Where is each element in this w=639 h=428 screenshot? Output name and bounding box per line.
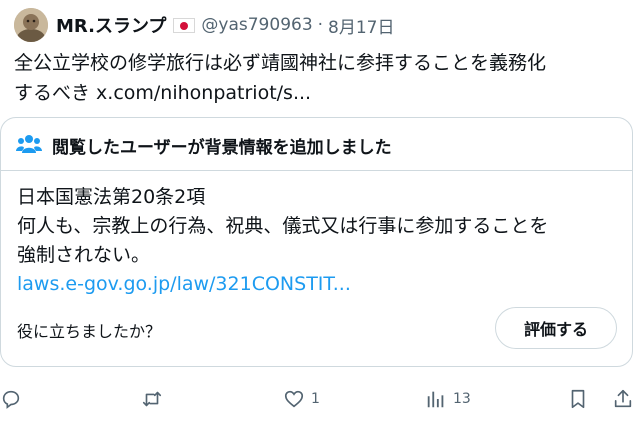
community-note: 閲覧したユーザーが背景情報を追加しました 日本国憲法第20条2項 何人も、宗教上… [0, 117, 633, 367]
tweet-text: 全公立学校の修学旅行は必ず靖國神社に参拝することを義務化 するべき x.com/… [14, 48, 629, 108]
avatar[interactable] [14, 8, 48, 42]
rate-button[interactable]: 評価する [495, 307, 617, 349]
tweet-link[interactable]: x.com/nihonpatriot/s... [96, 82, 311, 104]
community-note-body: 日本国憲法第20条2項 何人も、宗教上の行為、祝典、儀式又は行事に参加することを… [17, 183, 622, 299]
retweet-button[interactable] [141, 387, 163, 411]
community-note-line3: 強制されない。 [17, 244, 151, 266]
japan-flag-icon [173, 17, 196, 33]
tweet-text-line1: 全公立学校の修学旅行は必ず靖國神社に参拝することを義務化 [14, 52, 547, 74]
reply-icon [2, 390, 20, 409]
community-note-link[interactable]: laws.e-gov.go.jp/law/321CONSTIT... [17, 270, 622, 299]
like-button[interactable]: 1 [283, 387, 320, 411]
author-handle[interactable]: @yas790963 [201, 15, 312, 35]
tweet-text-line2: するべき x.com/nihonpatriot/s... [14, 78, 629, 108]
community-note-line2: 何人も、宗教上の行為、祝典、儀式又は行事に参加することを [17, 215, 549, 237]
share-icon [614, 389, 632, 408]
action-bar: 1 13 [0, 383, 639, 415]
tweet-date[interactable]: 8月17日 [328, 13, 394, 38]
separator-dot: · [317, 15, 324, 35]
community-note-title: 閲覧したユーザーが背景情報を追加しました [52, 138, 392, 158]
community-note-header: 閲覧したユーザーが背景情報を追加しました [1, 118, 632, 171]
people-icon [16, 135, 42, 153]
reply-button[interactable] [0, 387, 22, 411]
retweet-icon [142, 391, 162, 407]
bookmark-button[interactable] [567, 387, 589, 411]
share-button[interactable] [612, 387, 634, 411]
community-note-line1: 日本国憲法第20条2項 [17, 186, 206, 208]
helpful-question: 役に立ちましたか？ [17, 322, 162, 341]
bookmark-icon [571, 389, 585, 409]
views-count: 13 [453, 391, 471, 407]
like-count: 1 [311, 391, 320, 407]
views-button[interactable]: 13 [425, 387, 471, 411]
author-name[interactable]: MR.スランプ [56, 12, 166, 38]
tweet-header: MR.スランプ @yas790963 · 8月17日 [14, 8, 395, 42]
tweet-text-line2-prefix: するべき [14, 82, 97, 104]
heart-icon [284, 390, 304, 408]
views-icon [427, 391, 444, 408]
